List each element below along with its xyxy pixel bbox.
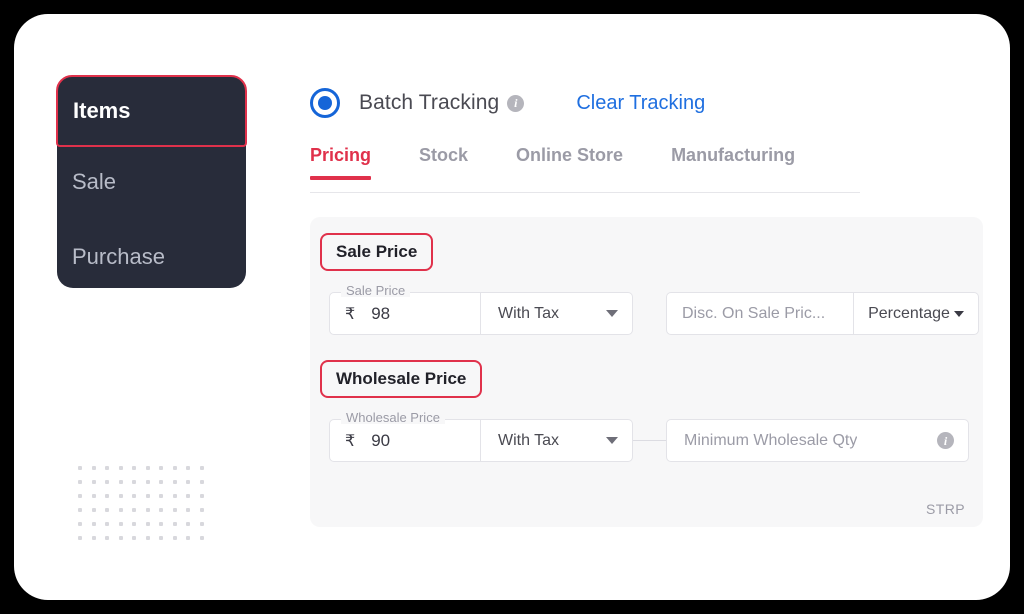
sidebar-item-purchase[interactable]: Purchase: [57, 222, 246, 292]
chevron-down-icon: [606, 437, 618, 444]
main-content: Batch Tracking i Clear Tracking Pricing …: [310, 76, 1000, 527]
field-connector-line: [633, 440, 666, 441]
sidebar-item-items[interactable]: Items: [56, 75, 247, 147]
pricing-panel: Sale Price Sale Price ₹ 98 With Tax Disc…: [310, 217, 983, 527]
minimum-wholesale-qty-placeholder: Minimum Wholesale Qty: [684, 431, 858, 449]
discount-type-select-value: Percentage: [868, 304, 950, 322]
dot-grid-decoration: [78, 466, 204, 542]
sidebar-item-label: Purchase: [72, 244, 165, 269]
wholesale-tax-select[interactable]: With Tax: [481, 419, 633, 462]
screenshot-root: Items Sale Purchase Batch Tracking i Cle…: [0, 0, 1024, 614]
sale-price-value: 98: [371, 303, 391, 323]
sidebar-item-label: Items: [73, 98, 131, 123]
discount-on-sale-price-input[interactable]: Disc. On Sale Pric...: [666, 292, 854, 335]
wholesale-price-value: 90: [371, 430, 391, 450]
sale-price-input[interactable]: Sale Price ₹ 98: [329, 284, 481, 335]
tab-pricing[interactable]: Pricing: [310, 145, 372, 180]
wholesale-price-input[interactable]: Wholesale Price ₹ 90: [329, 411, 481, 462]
rupee-icon: ₹: [345, 305, 356, 323]
sidebar-item-sale[interactable]: Sale: [57, 147, 246, 217]
info-icon[interactable]: i: [507, 94, 525, 112]
discount-type-select[interactable]: Percentage: [854, 292, 979, 335]
strp-note: STRP: [926, 501, 965, 517]
sale-price-section-heading: Sale Price: [320, 233, 434, 271]
tab-stock[interactable]: Stock: [419, 145, 468, 179]
info-icon[interactable]: i: [937, 432, 954, 449]
sale-price-field-row: Sale Price ₹ 98 With Tax Disc. On Sale P…: [329, 284, 983, 335]
tab-bar: Pricing Stock Online Store Manufacturing: [310, 145, 860, 193]
wholesale-tax-select-value: With Tax: [498, 431, 560, 449]
batch-tracking-label: Batch Tracking: [359, 91, 500, 114]
sale-tax-select-value: With Tax: [498, 304, 560, 322]
wholesale-price-section-heading: Wholesale Price: [320, 360, 483, 398]
rupee-icon: ₹: [345, 432, 356, 450]
sale-tax-select[interactable]: With Tax: [481, 292, 633, 335]
wholesale-price-input-label: Wholesale Price: [341, 411, 445, 424]
chevron-down-icon: [606, 310, 618, 317]
batch-tracking-radio[interactable]: [310, 88, 340, 118]
sale-price-input-label: Sale Price: [341, 284, 411, 297]
minimum-wholesale-qty-input[interactable]: Minimum Wholesale Qty i: [666, 419, 969, 462]
clear-tracking-link[interactable]: Clear Tracking: [576, 92, 705, 115]
wholesale-price-field-row: Wholesale Price ₹ 90 With Tax Minimum Wh…: [329, 411, 983, 462]
sidebar-item-label: Sale: [72, 169, 117, 194]
discount-on-sale-price-placeholder: Disc. On Sale Pric...: [682, 304, 826, 322]
sidebar: Items Sale Purchase: [56, 75, 247, 288]
tab-manufacturing[interactable]: Manufacturing: [671, 145, 795, 179]
app-card: Items Sale Purchase Batch Tracking i Cle…: [14, 14, 1010, 600]
tracking-header-row: Batch Tracking i Clear Tracking: [310, 76, 1000, 130]
tab-online-store[interactable]: Online Store: [516, 145, 623, 179]
chevron-down-icon: [953, 310, 964, 317]
